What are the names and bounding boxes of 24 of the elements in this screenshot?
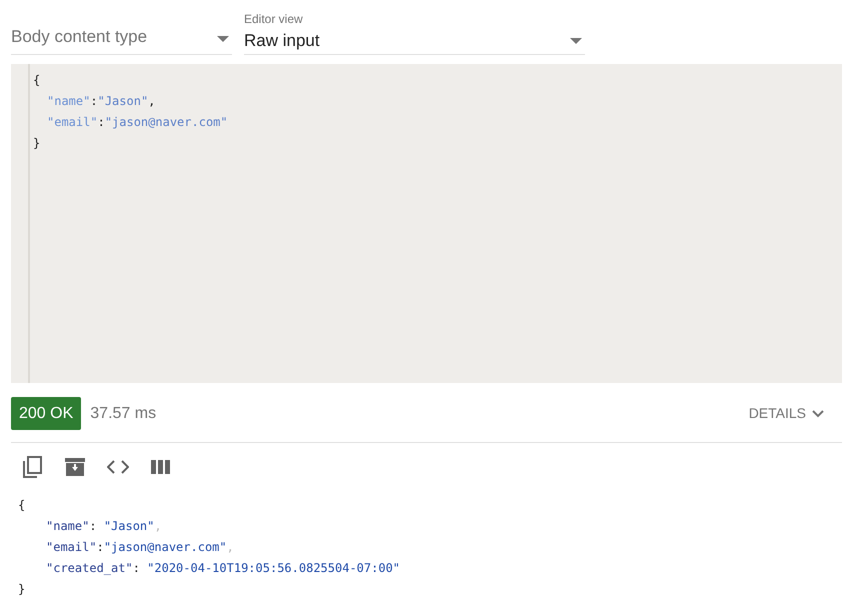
code-line: } [33, 135, 40, 152]
code-line: "name":"Jason", [47, 93, 156, 110]
code-line: { [33, 72, 40, 89]
dropdown-arrow-icon [217, 36, 229, 42]
editor-view-dropdown[interactable]: Editor view Raw input [244, 10, 585, 55]
download-box-icon[interactable] [65, 458, 85, 476]
code-line: "name": "Jason", [46, 518, 162, 535]
body-content-type-dropdown[interactable]: Body content type [11, 10, 232, 55]
chevron-down-icon [812, 410, 824, 418]
columns-icon[interactable] [151, 460, 170, 474]
copy-icon[interactable] [22, 456, 43, 478]
code-line: { [18, 497, 26, 514]
status-badge: 200 OK [11, 397, 82, 430]
field-label: Editor view [244, 11, 303, 28]
response-time: 37.57 ms [90, 404, 156, 424]
field-value: Raw input [244, 30, 320, 52]
dropdown-arrow-icon [570, 38, 582, 44]
code-line: "created_at": "2020-04-10T19:05:56.0825504-07:00" [46, 560, 400, 577]
details-button[interactable]: DETAILS [748, 403, 824, 424]
code-line: "email":"jason@naver.com", [46, 539, 234, 556]
code-line: } [18, 581, 26, 598]
code-line: "email":"jason@naver.com" [47, 114, 228, 131]
code-editor[interactable]: { "name":"Jason", "email":"jason@naver.com" } [11, 64, 842, 383]
code-icon[interactable] [107, 460, 129, 474]
